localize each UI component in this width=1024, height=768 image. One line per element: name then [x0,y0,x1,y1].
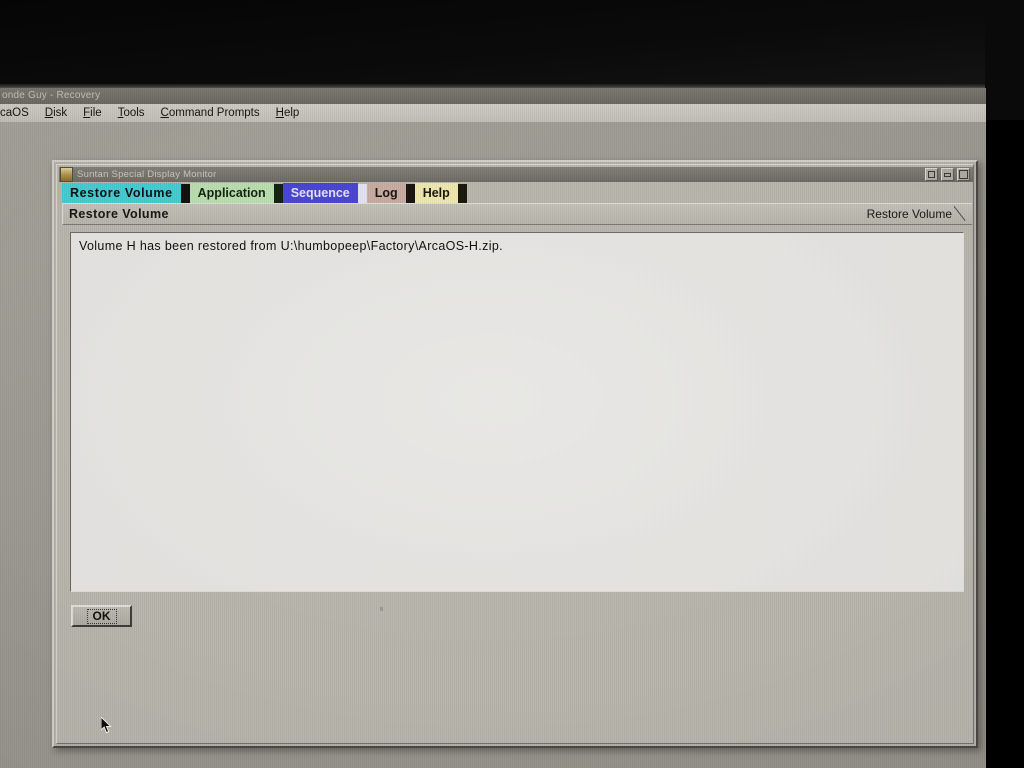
monitor-bezel-right [985,0,1024,120]
window-controls [925,168,970,181]
tab-log[interactable]: Log [366,183,415,203]
menu-item-arcaos[interactable]: caOS [0,107,37,119]
ok-button-label: OK [86,608,117,624]
os2-desktop: onde Guy - Recovery caOS Disk File Tools… [0,88,986,768]
message-line: Volume H has been restored from U:\humbo… [79,239,503,253]
tab-application[interactable]: Application [189,183,283,203]
hide-button[interactable] [925,168,938,181]
menu-item-disk[interactable]: Disk [37,107,75,119]
menu-item-help[interactable]: Help [268,107,308,119]
tab-sequence-label: Sequence [290,186,350,200]
tab-restore-volume-label: Restore Volume [70,186,173,200]
notebook-corner-icon [954,204,970,224]
notebook-tabs: Restore Volume Application Sequence Log … [62,183,972,203]
menu-item-tools[interactable]: Tools [110,107,153,119]
menu-item-command-prompts[interactable]: Command Prompts [153,107,268,119]
dialog-titlebar[interactable]: Suntan Special Display Monitor [59,167,973,182]
page-tab-caption: Restore Volume [866,207,952,221]
tab-help-label: Help [422,186,450,200]
page-header-right: Restore Volume [867,204,970,224]
tab-restore-volume[interactable]: Restore Volume [62,183,190,203]
tab-help[interactable]: Help [414,183,467,203]
monitor-photo: onde Guy - Recovery caOS Disk File Tools… [0,0,1024,768]
recovery-menubar[interactable]: caOS Disk File Tools Command Prompts Hel… [0,104,986,123]
tab-log-label: Log [374,186,398,200]
page-header: Restore Volume Restore Volume [62,203,972,225]
maximize-button[interactable] [957,168,970,181]
menu-item-file[interactable]: File [75,107,110,119]
recovery-window-title: onde Guy - Recovery [2,90,101,101]
message-textarea[interactable]: Volume H has been restored from U:\humbo… [70,232,964,592]
screen-dust-speck [380,607,383,611]
application-icon[interactable] [60,167,73,182]
ok-button[interactable]: OK [71,605,132,627]
minimize-button[interactable] [941,168,954,181]
monitor-bezel-top [0,0,1024,88]
page-title: Restore Volume [69,207,169,221]
window-inner-frame: Suntan Special Display Monitor Restore V… [56,164,974,744]
recovery-window-titlebar: onde Guy - Recovery [0,88,986,104]
dialog-title: Suntan Special Display Monitor [77,169,217,180]
tab-application-label: Application [197,186,266,200]
tab-sequence[interactable]: Sequence [282,183,367,203]
suntan-special-display-monitor-window: Suntan Special Display Monitor Restore V… [52,160,978,748]
